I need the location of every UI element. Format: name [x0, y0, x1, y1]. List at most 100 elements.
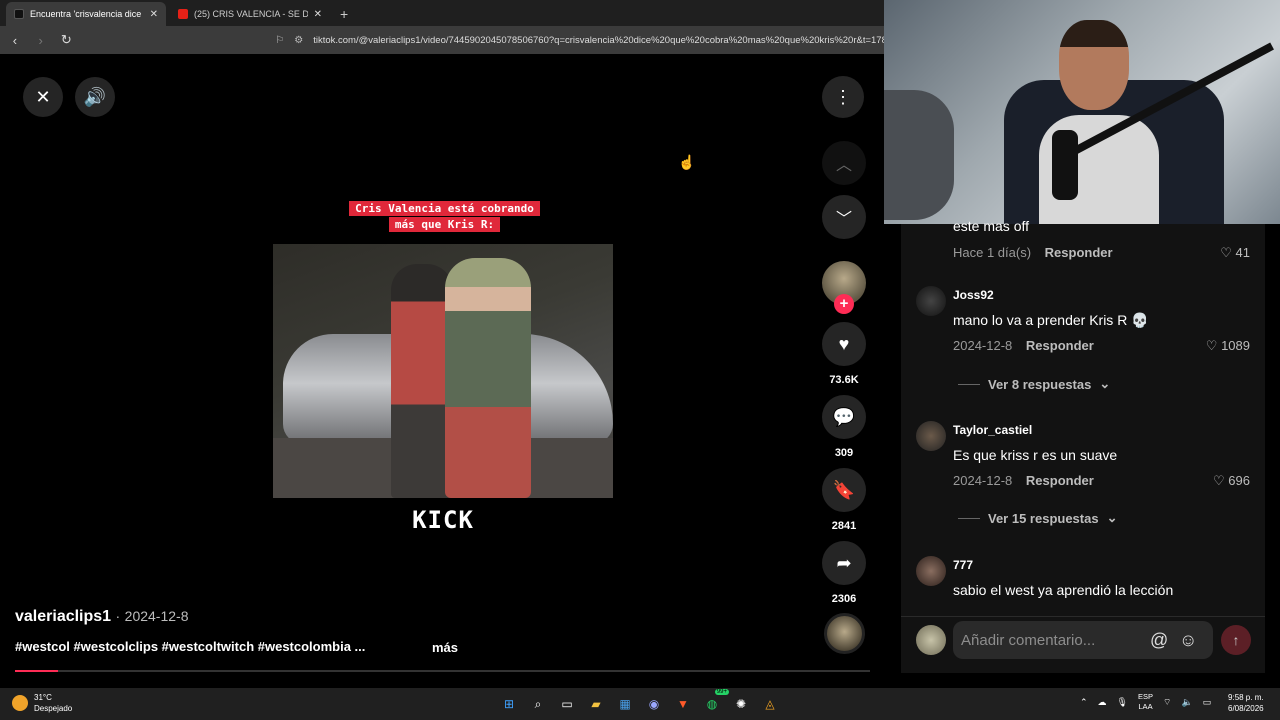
more-vertical-icon: ⋮ — [834, 86, 852, 107]
comment-username[interactable]: Joss92 — [953, 288, 994, 302]
like-count: 73.6K — [829, 374, 859, 386]
battery-icon[interactable]: ▭ — [1203, 697, 1212, 708]
cloud-icon[interactable]: ☁ — [1098, 697, 1107, 708]
chatgpt-icon[interactable]: ✺ — [730, 693, 752, 715]
person-image — [445, 258, 531, 498]
commenter-avatar[interactable] — [916, 556, 946, 586]
forward-icon[interactable]: › — [34, 33, 48, 48]
save-action[interactable]: 🔖 2841 — [822, 468, 866, 532]
clock[interactable]: 9:58 p. m. 6/08/2026 — [1228, 692, 1264, 714]
tab-youtube[interactable]: (25) CRIS VALENCIA - SE DESAHOGA ✕ — [170, 2, 330, 26]
more-options-button[interactable]: ⋮ — [822, 76, 864, 118]
url-text: tiktok.com/@valeriaclips1/video/74459020… — [313, 34, 885, 46]
reload-icon[interactable]: ↻ — [60, 32, 74, 48]
follow-plus-icon[interactable]: + — [834, 294, 854, 314]
send-button[interactable]: ↑ — [1221, 625, 1251, 655]
more-link[interactable]: más — [432, 640, 458, 655]
taskbar-apps: ⊞ ⌕ ▭ ▰ ▦ ◉ ▼ ◍ 99+ ✺ ◬ — [498, 689, 781, 715]
progress-bar[interactable] — [15, 670, 870, 672]
system-tray: ⌃ ☁ 🎙 ESP LAA ⌔ 🔈 ▭ — [1080, 692, 1211, 712]
webcam-overlay — [884, 0, 1280, 224]
video-frame — [273, 244, 613, 498]
comment-date: 2024-12-8 — [953, 473, 1013, 488]
reply-button[interactable]: Responder — [1045, 245, 1113, 260]
music-disc-avatar[interactable] — [824, 613, 865, 654]
hashtags[interactable]: #westcol #westcolclips #westcoltwitch #w… — [15, 639, 365, 654]
comment-like-button[interactable]: ♡ 41 — [1220, 245, 1250, 261]
video-caption: Cris Valencia está cobrando más que Kris… — [340, 201, 549, 233]
tab-close-icon[interactable]: ✕ — [150, 9, 158, 20]
progress-fill — [15, 670, 58, 672]
browser-tab-bar: Encuentra 'crisvalencia dice q ✕ (25) CR… — [0, 0, 884, 26]
tab-close-icon[interactable]: ✕ — [314, 9, 322, 20]
volume-icon[interactable]: 🔈 — [1181, 697, 1192, 708]
close-video-button[interactable]: ✕ — [23, 77, 63, 117]
streamer-head — [1059, 20, 1129, 110]
url-field[interactable]: ⚐ ⚙ tiktok.com/@valeriaclips1/video/7445… — [275, 35, 884, 46]
site-info-icon[interactable]: ⚙ — [294, 35, 303, 46]
comment-username[interactable]: Taylor_castiel — [953, 423, 1032, 437]
windows-start-icon[interactable]: ⊞ — [498, 693, 520, 715]
next-video-button[interactable]: ﹀ — [822, 195, 866, 239]
back-icon[interactable]: ‹ — [8, 33, 22, 48]
vpn-icon[interactable]: ◉ — [643, 693, 665, 715]
app-icon[interactable]: ◬ — [759, 693, 781, 715]
comment-meta: Hace 1 día(s) Responder — [953, 245, 1113, 260]
author-name[interactable]: valeriaclips1 — [15, 608, 111, 625]
share-action[interactable]: ➦ 2306 — [822, 541, 866, 605]
comment-like-button[interactable]: ♡ 696 — [1213, 473, 1250, 489]
weather-widget[interactable]: 31°C Despejado — [12, 692, 72, 714]
comments-panel: este mas off Hace 1 día(s) Responder ♡ 4… — [901, 218, 1265, 673]
whatsapp-icon[interactable]: ◍ 99+ — [701, 689, 729, 715]
file-explorer-icon[interactable]: ▰ — [585, 693, 607, 715]
hand-cursor-icon: ☝ — [678, 154, 696, 170]
task-view-icon[interactable]: ▭ — [556, 693, 578, 715]
comment-input[interactable]: Añadir comentario... — [953, 621, 1213, 659]
comment-text: este mas off — [953, 218, 1030, 234]
like-action[interactable]: ♥ 73.6K — [822, 322, 866, 386]
heart-outline-icon: ♡ — [1213, 473, 1225, 488]
fan-image — [884, 90, 954, 220]
divider-line — [958, 517, 980, 519]
mic-icon[interactable]: 🎙 — [1117, 697, 1128, 708]
view-replies-button[interactable]: Ver 15 respuestas ⌄ — [958, 510, 1117, 526]
comment-text: sabio el west ya aprendió la lección — [953, 582, 1174, 598]
view-replies-label: Ver 15 respuestas — [988, 510, 1099, 526]
comment-action[interactable]: 💬 309 — [822, 395, 866, 459]
view-replies-button[interactable]: Ver 8 respuestas ⌄ — [958, 376, 1110, 392]
clock-time: 9:58 p. m. — [1228, 693, 1264, 702]
new-tab-icon[interactable]: + — [334, 2, 354, 26]
chevron-down-icon: ⌄ — [1099, 376, 1111, 391]
comment-date: 2024-12-8 — [953, 338, 1013, 353]
comment-username[interactable]: 777 — [953, 558, 973, 572]
screen: Encuentra 'crisvalencia dice q ✕ (25) CR… — [0, 0, 1280, 720]
reply-button[interactable]: Responder — [1026, 473, 1094, 488]
emoji-icon[interactable]: ☺ — [1179, 621, 1197, 659]
sound-button[interactable]: 🔊 — [75, 77, 115, 117]
reply-button[interactable]: Responder — [1026, 338, 1094, 353]
comment-text: mano lo va a prender Kris R 💀 — [953, 312, 1149, 328]
wifi-icon[interactable]: ⌔ — [1163, 697, 1171, 708]
language-layout: LAA — [1138, 702, 1153, 711]
store-icon[interactable]: ▦ — [614, 693, 636, 715]
comment-composer: Añadir comentario... @ ☺ ↑ — [901, 616, 1265, 673]
bookmark-icon[interactable]: ⚐ — [275, 35, 284, 46]
previous-video-button[interactable]: ︿ — [822, 141, 866, 185]
comment-like-count: 1089 — [1221, 338, 1250, 353]
brave-icon[interactable]: ▼ — [672, 693, 694, 715]
commenter-avatar[interactable] — [916, 286, 946, 316]
search-icon[interactable]: ⌕ — [527, 693, 549, 715]
date-separator: · — [115, 608, 121, 624]
clock-date: 6/08/2026 — [1228, 704, 1264, 713]
video-player[interactable]: ✕ 🔊 ⋮ ︿ ﹀ Cris Valencia está cobrando má… — [0, 54, 884, 688]
tab-tiktok[interactable]: Encuentra 'crisvalencia dice q ✕ — [6, 2, 166, 26]
commenter-avatar[interactable] — [916, 421, 946, 451]
chevron-up-icon[interactable]: ⌃ — [1080, 697, 1088, 708]
microphone-image — [1052, 130, 1078, 200]
close-icon: ✕ — [35, 86, 51, 107]
share-count: 2306 — [831, 593, 857, 605]
language-indicator[interactable]: ESP LAA — [1138, 692, 1153, 712]
comment-like-button[interactable]: ♡ 1089 — [1206, 338, 1250, 354]
mention-icon[interactable]: @ — [1150, 621, 1168, 659]
youtube-icon — [178, 9, 188, 19]
